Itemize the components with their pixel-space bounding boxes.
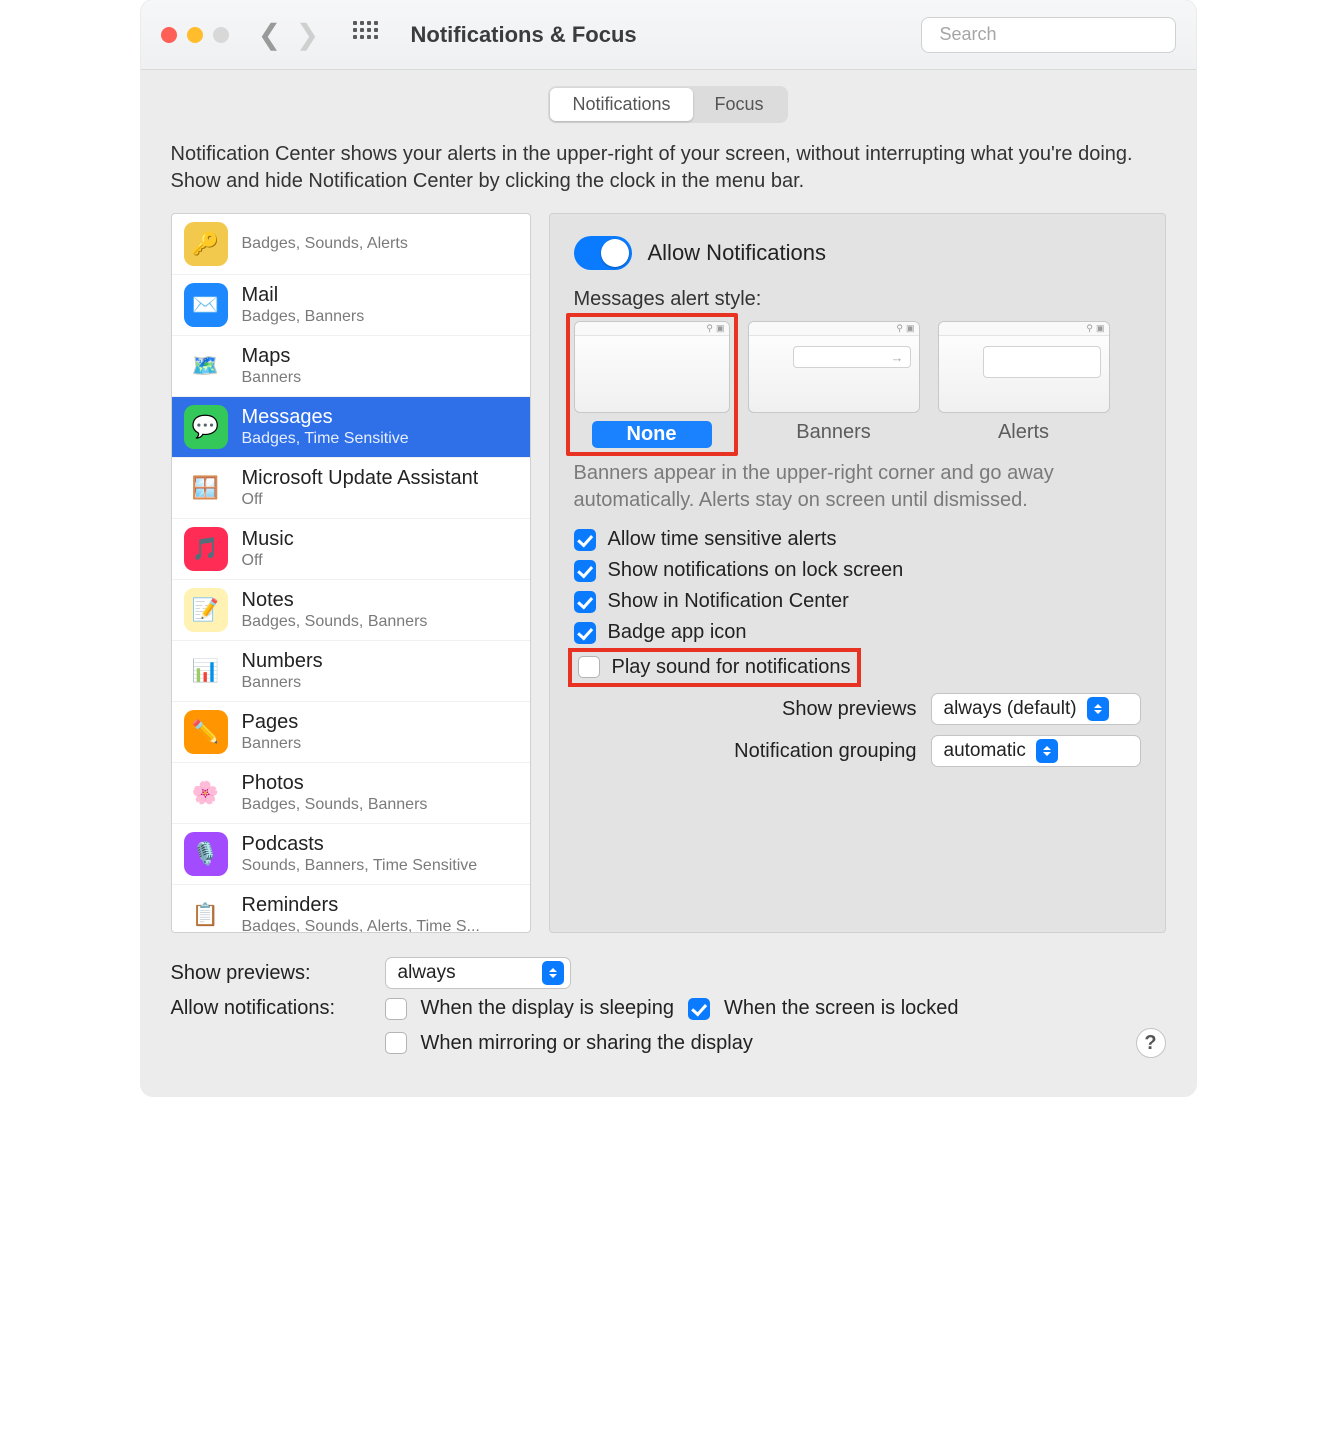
app-icon: 🎙️ — [184, 832, 228, 876]
app-icon: 📋 — [184, 893, 228, 933]
app-icon: 🌸 — [184, 771, 228, 815]
app-name: Notes — [242, 589, 428, 612]
app-row-pages[interactable]: ✏️ PagesBanners — [172, 702, 530, 763]
app-row-podcasts[interactable]: 🎙️ PodcastsSounds, Banners, Time Sensitiv… — [172, 824, 530, 885]
show-previews-label: Show previews — [782, 698, 917, 721]
intro-text: Notification Center shows your alerts in… — [171, 131, 1166, 213]
app-row-music[interactable]: 🎵 MusicOff — [172, 519, 530, 580]
footer-allow-label: Allow notifications: — [171, 997, 371, 1020]
app-row-reminders[interactable]: 📋 RemindersBadges, Sounds, Alerts, Time S… — [172, 885, 530, 933]
alert-style-none[interactable]: ⚲▣ None — [566, 313, 738, 456]
check-badge-icon[interactable] — [574, 622, 596, 644]
allow-notifications-switch[interactable] — [574, 236, 632, 270]
tab-notifications[interactable]: Notifications — [550, 88, 692, 121]
check-mirroring[interactable] — [385, 1032, 407, 1054]
tab-segmented: Notifications Focus — [548, 86, 787, 123]
app-name: Podcasts — [242, 833, 478, 856]
app-sub: Off — [242, 491, 479, 509]
page-title: Notifications & Focus — [411, 22, 637, 48]
app-name: Pages — [242, 711, 302, 734]
app-sub: Badges, Time Sensitive — [242, 430, 409, 448]
app-sub: Banners — [242, 369, 302, 387]
app-row-item[interactable]: 🔑 Badges, Sounds, Alerts — [172, 214, 530, 275]
back-button[interactable]: ❮ — [255, 18, 285, 51]
check-lock-screen[interactable] — [574, 560, 596, 582]
search-field[interactable] — [940, 24, 1172, 45]
app-sub: Badges, Banners — [242, 308, 365, 326]
app-name: Maps — [242, 345, 302, 368]
help-button[interactable]: ? — [1136, 1028, 1166, 1058]
app-row-maps[interactable]: 🗺️ MapsBanners — [172, 336, 530, 397]
app-icon: 🗺️ — [184, 344, 228, 388]
preferences-window: ❮ ❯ Notifications & Focus Notifications … — [141, 0, 1196, 1096]
app-row-notes[interactable]: 📝 NotesBadges, Sounds, Banners — [172, 580, 530, 641]
titlebar: ❮ ❯ Notifications & Focus — [141, 0, 1196, 70]
forward-button: ❯ — [293, 18, 323, 51]
show-all-icon[interactable] — [353, 21, 381, 49]
app-sub: Sounds, Banners, Time Sensitive — [242, 857, 478, 875]
minimize-icon[interactable] — [187, 27, 203, 43]
app-row-numbers[interactable]: 📊 NumbersBanners — [172, 641, 530, 702]
app-row-microsoft-update-assistant[interactable]: 🪟 Microsoft Update AssistantOff — [172, 458, 530, 519]
app-name: Photos — [242, 772, 428, 795]
app-sub: Off — [242, 552, 294, 570]
app-detail-panel: Allow Notifications Messages alert style… — [549, 213, 1166, 933]
app-icon: 📝 — [184, 588, 228, 632]
app-row-mail[interactable]: ✉️ MailBadges, Banners — [172, 275, 530, 336]
app-name: Reminders — [242, 894, 480, 917]
alert-style-label: Messages alert style: — [574, 288, 1141, 311]
app-row-photos[interactable]: 🌸 PhotosBadges, Sounds, Banners — [172, 763, 530, 824]
check-time-sensitive[interactable] — [574, 529, 596, 551]
app-icon: ✏️ — [184, 710, 228, 754]
alert-style-alerts[interactable]: ⚲▣ Alerts — [938, 321, 1110, 448]
app-name: Music — [242, 528, 294, 551]
app-icon: 🔑 — [184, 222, 228, 266]
app-icon: 🎵 — [184, 527, 228, 571]
app-sub: Badges, Sounds, Alerts, Time S... — [242, 918, 480, 933]
tab-focus[interactable]: Focus — [693, 88, 786, 121]
app-sub: Banners — [242, 735, 302, 753]
check-play-sound[interactable] — [578, 656, 600, 678]
alert-style-banners[interactable]: ⚲▣→ Banners — [748, 321, 920, 448]
app-icon: 📊 — [184, 649, 228, 693]
notification-grouping-select[interactable]: automatic — [931, 735, 1141, 767]
check-notification-center[interactable] — [574, 591, 596, 613]
alert-style-hint: Banners appear in the upper-right corner… — [574, 460, 1141, 514]
app-sub: Banners — [242, 674, 323, 692]
zoom-icon — [213, 27, 229, 43]
window-controls — [161, 27, 229, 43]
app-sub: Badges, Sounds, Banners — [242, 796, 428, 814]
app-row-messages[interactable]: 💬 MessagesBadges, Time Sensitive — [172, 397, 530, 458]
select-arrows-icon — [1036, 739, 1058, 763]
app-name: Messages — [242, 406, 409, 429]
footer-previews-select[interactable]: always — [385, 957, 571, 989]
select-arrows-icon — [542, 961, 564, 985]
app-name: Numbers — [242, 650, 323, 673]
search-input[interactable] — [921, 17, 1176, 53]
footer-previews-label: Show previews: — [171, 962, 371, 985]
allow-notifications-label: Allow Notifications — [648, 240, 827, 266]
app-sub: Badges, Sounds, Banners — [242, 613, 428, 631]
app-icon: ✉️ — [184, 283, 228, 327]
select-arrows-icon — [1087, 697, 1109, 721]
check-display-sleeping[interactable] — [385, 998, 407, 1020]
app-name: Mail — [242, 284, 365, 307]
app-icon: 🪟 — [184, 466, 228, 510]
app-icon: 💬 — [184, 405, 228, 449]
apps-list[interactable]: 🔑 Badges, Sounds, Alerts ✉️ MailBadges, Ban… — [171, 213, 531, 933]
app-sub: Badges, Sounds, Alerts — [242, 235, 408, 253]
notification-grouping-label: Notification grouping — [734, 740, 916, 763]
show-previews-select[interactable]: always (default) — [931, 693, 1141, 725]
app-name: Microsoft Update Assistant — [242, 467, 479, 490]
close-icon[interactable] — [161, 27, 177, 43]
check-screen-locked[interactable] — [688, 998, 710, 1020]
